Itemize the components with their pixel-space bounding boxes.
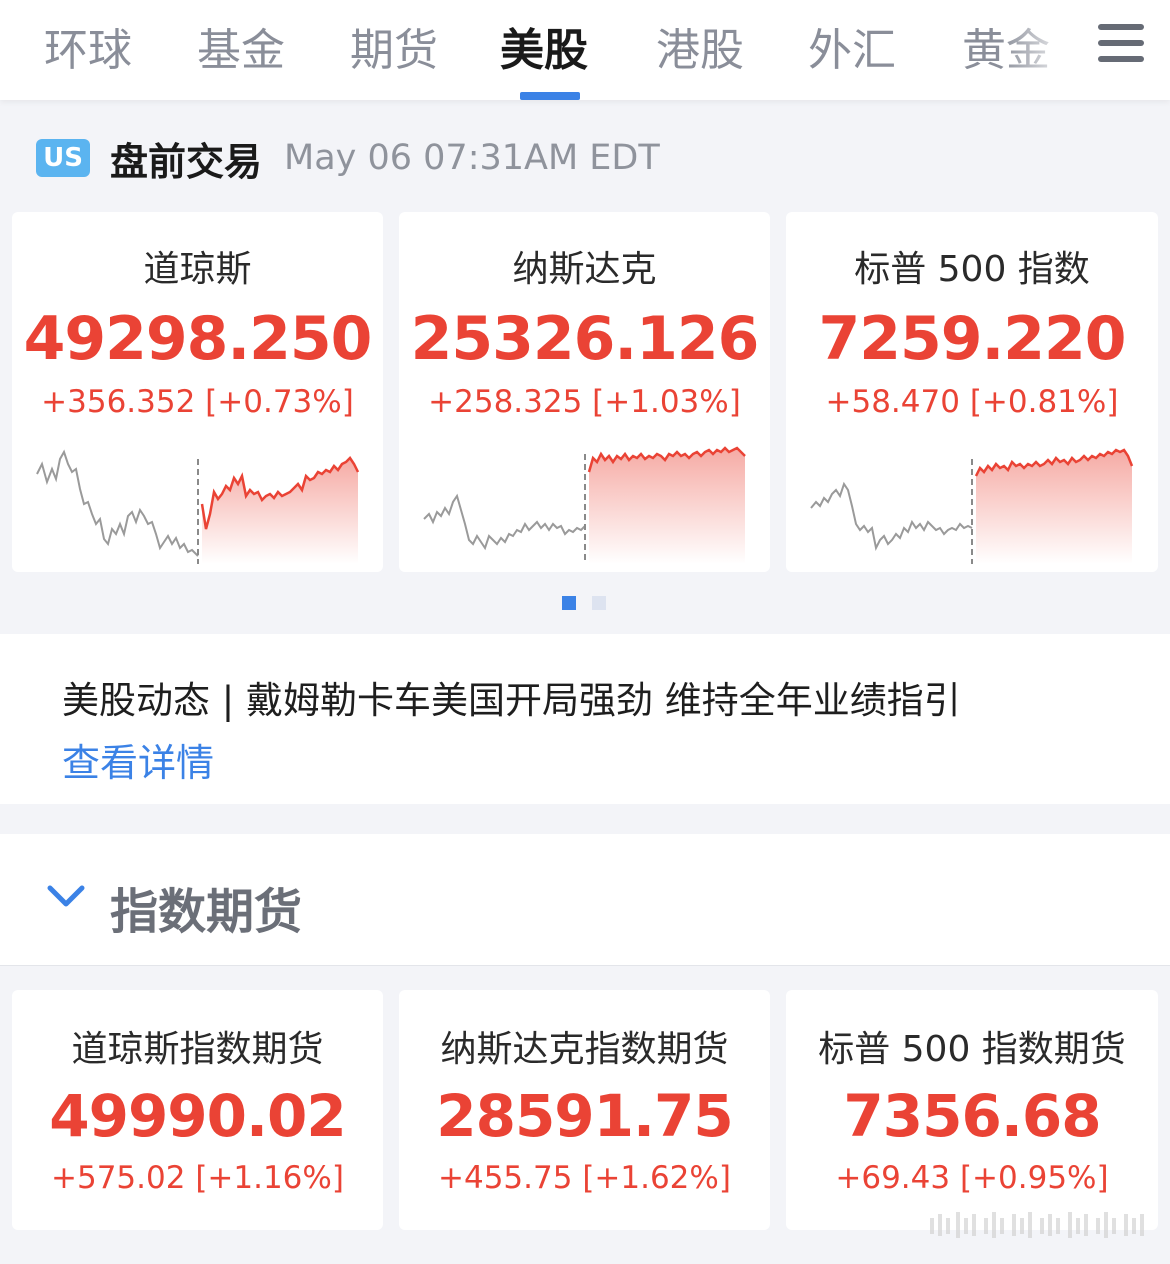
index-price: 7259.220 — [818, 304, 1126, 374]
market-tab-bar: 环球 基金 期货 美股 港股 外汇 黄金 — [0, 0, 1170, 100]
futures-card-dow[interactable]: 道琼斯指数期货 49990.02 +575.02 [+1.16%] — [12, 990, 383, 1230]
tab-futures[interactable]: 期货 — [350, 14, 438, 78]
watermark-mark — [930, 1212, 1144, 1238]
tab-us-stocks[interactable]: 美股 — [500, 14, 588, 78]
tab-forex[interactable]: 外汇 — [808, 14, 896, 78]
futures-price: 7356.68 — [843, 1082, 1101, 1150]
index-card-dow[interactable]: 道琼斯 49298.250 +356.352 [+0.73%] — [12, 212, 383, 572]
futures-change: +455.75 [+1.62%] — [438, 1160, 731, 1196]
futures-change: +69.43 [+0.95%] — [835, 1160, 1109, 1196]
index-change: +356.352 [+0.73%] — [41, 384, 354, 420]
menu-icon[interactable] — [1098, 24, 1144, 62]
market-session-title: 盘前交易 — [110, 139, 263, 184]
section-title: 指数期货 — [110, 884, 303, 940]
futures-name: 标普 500 指数期货 — [818, 1029, 1126, 1070]
market-status-header: US 盘前交易 May 06 07:31AM EDT — [36, 136, 660, 184]
news-headline[interactable]: 美股动态 | 戴姆勒卡车美国开局强劲 维持全年业绩指引 — [62, 670, 961, 724]
tab-global[interactable]: 环球 — [44, 14, 132, 78]
active-tab-indicator — [520, 92, 580, 100]
tab-funds[interactable]: 基金 — [197, 14, 285, 78]
index-sparkline — [810, 448, 1134, 564]
futures-section-header[interactable]: 指数期货 — [0, 834, 1170, 966]
futures-card-nasdaq[interactable]: 纳斯达克指数期货 28591.75 +455.75 [+1.62%] — [399, 990, 770, 1230]
index-name: 道琼斯 — [143, 249, 252, 290]
chevron-down-icon[interactable] — [46, 882, 86, 912]
index-sparkline — [423, 446, 746, 564]
index-name: 标普 500 指数 — [854, 249, 1090, 290]
futures-name: 纳斯达克指数期货 — [440, 1029, 729, 1070]
carousel-dot[interactable] — [592, 596, 606, 610]
futures-change: +575.02 [+1.16%] — [51, 1160, 344, 1196]
index-name: 纳斯达克 — [512, 249, 657, 290]
market-timestamp: May 06 07:31AM EDT — [284, 138, 660, 178]
index-card-nasdaq[interactable]: 纳斯达克 25326.126 +258.325 [+1.03%] — [399, 212, 770, 572]
index-change: +58.470 [+0.81%] — [825, 384, 1119, 420]
index-change: +258.325 [+1.03%] — [428, 384, 741, 420]
index-sparkline — [36, 449, 360, 564]
futures-price: 49990.02 — [49, 1082, 347, 1150]
index-card-sp500[interactable]: 标普 500 指数 7259.220 +58.470 [+0.81%] — [786, 212, 1158, 572]
index-price: 25326.126 — [410, 304, 760, 374]
news-banner: 美股动态 | 戴姆勒卡车美国开局强劲 维持全年业绩指引 查看详情 — [0, 634, 1170, 804]
us-market-badge: US — [36, 139, 90, 177]
index-price: 49298.250 — [23, 304, 373, 374]
futures-price: 28591.75 — [436, 1082, 734, 1150]
view-details-link[interactable]: 查看详情 — [62, 732, 214, 787]
tab-hk-stocks[interactable]: 港股 — [656, 14, 744, 78]
futures-card-sp500[interactable]: 标普 500 指数期货 7356.68 +69.43 [+0.95%] — [786, 990, 1158, 1230]
tab-gold[interactable]: 黄金 — [962, 14, 1050, 78]
carousel-dot-active[interactable] — [562, 596, 576, 610]
futures-name: 道琼斯指数期货 — [71, 1029, 324, 1070]
